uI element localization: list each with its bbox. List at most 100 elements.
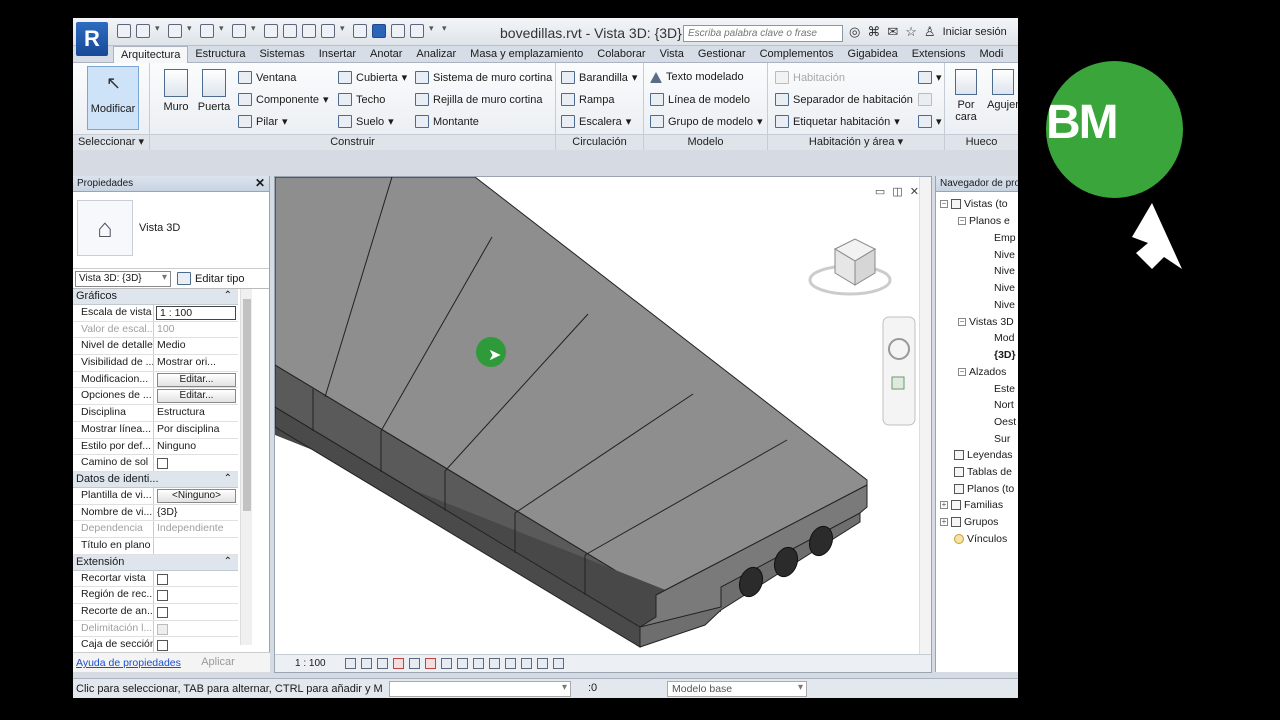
tab-gestionar[interactable]: Gestionar: [691, 46, 753, 62]
tab-sistemas[interactable]: Sistemas: [252, 46, 311, 62]
close-hidden-icon[interactable]: [391, 24, 405, 38]
tree-elevation-item[interactable]: Este: [994, 383, 1015, 395]
ceiling-button[interactable]: Techo: [338, 93, 385, 106]
customize-qat-icon[interactable]: [442, 23, 450, 38]
properties-help-link[interactable]: Ayuda de propiedades: [76, 657, 181, 669]
temp-hide-icon[interactable]: [473, 658, 484, 669]
door-button[interactable]: Puerta: [196, 69, 232, 113]
lock-view-icon[interactable]: [457, 658, 468, 669]
edit-overrides-button[interactable]: Editar...: [157, 372, 236, 387]
tree-3d-active[interactable]: {3D}: [994, 349, 1016, 361]
reveal-constraints-icon[interactable]: [553, 658, 564, 669]
render-icon[interactable]: [409, 658, 420, 669]
section-icon[interactable]: [353, 24, 367, 38]
column-button[interactable]: Pilar ▾: [238, 115, 288, 128]
tree-elevation-item[interactable]: Oest: [994, 416, 1016, 428]
select-group-label[interactable]: Seleccionar ▾: [73, 134, 149, 150]
hollow-core-slab-model[interactable]: [275, 177, 932, 657]
expand-icon[interactable]: +: [940, 501, 948, 509]
tree-plan-item[interactable]: Nive: [994, 265, 1015, 277]
edit-type-button[interactable]: Editar tipo: [177, 272, 245, 285]
visual-style-icon[interactable]: [361, 658, 372, 669]
modify-button[interactable]: ↖ Modificar: [87, 66, 139, 130]
tab-estructura[interactable]: Estructura: [188, 46, 252, 62]
chevron-down-icon[interactable]: [155, 23, 163, 38]
property-value[interactable]: Ninguno: [154, 439, 238, 455]
tree-groups[interactable]: + Grupos: [940, 516, 998, 528]
chevron-down-icon[interactable]: [340, 23, 348, 38]
analytical-model-icon[interactable]: [521, 658, 532, 669]
model-line-button[interactable]: Línea de modelo: [650, 93, 750, 106]
design-option-select[interactable]: Modelo base: [667, 681, 807, 697]
tag-area-button[interactable]: ▾: [918, 115, 942, 128]
tag-room-button[interactable]: Etiquetar habitación ▾: [775, 115, 900, 128]
tab-arquitectura[interactable]: Arquitectura: [113, 46, 189, 63]
crop-region-checkbox[interactable]: [157, 590, 168, 602]
tab-modify[interactable]: Modi: [973, 46, 1011, 62]
apply-button[interactable]: Aplicar: [188, 656, 248, 668]
chevron-down-icon[interactable]: [187, 23, 195, 38]
binoculars-icon[interactable]: ◎: [849, 24, 860, 40]
view-cube[interactable]: [808, 238, 892, 296]
area-boundary-button[interactable]: [918, 93, 932, 106]
property-value[interactable]: Medio: [154, 338, 238, 354]
collapse-icon[interactable]: −: [958, 217, 966, 225]
tree-floor-plans[interactable]: − Planos e: [958, 215, 1010, 227]
property-value[interactable]: Por disciplina: [154, 422, 238, 438]
sun-path-checkbox[interactable]: [157, 458, 168, 470]
tree-plan-item[interactable]: Emp: [994, 232, 1016, 244]
category-extents[interactable]: Extensión: [73, 554, 238, 571]
ramp-button[interactable]: Rampa: [561, 93, 614, 106]
user-icon[interactable]: ♙: [924, 24, 936, 40]
favorites-star-icon[interactable]: ☆: [905, 24, 917, 40]
category-graphics[interactable]: Gráficos: [73, 289, 238, 305]
tab-colaborar[interactable]: Colaborar: [590, 46, 652, 62]
chevron-down-icon[interactable]: [429, 23, 437, 38]
tab-complementos[interactable]: Complementos: [753, 46, 841, 62]
sign-in-link[interactable]: Iniciar sesión: [943, 26, 1007, 38]
annotation-crop-checkbox[interactable]: [157, 607, 168, 618]
tree-3d-item[interactable]: Mod: [994, 332, 1014, 344]
dimension-icon[interactable]: [283, 24, 297, 38]
crop-view-icon[interactable]: [425, 658, 436, 669]
show-crop-icon[interactable]: [441, 658, 452, 669]
property-value[interactable]: Mostrar ori...: [154, 355, 238, 371]
measure-icon[interactable]: [264, 24, 278, 38]
workset-select[interactable]: [389, 681, 571, 697]
view-template-button[interactable]: <Ninguno>: [157, 488, 236, 503]
tree-schedules[interactable]: Tablas de: [954, 466, 1012, 478]
tree-plan-item[interactable]: Nive: [994, 282, 1015, 294]
edit-options-button[interactable]: Editar...: [157, 389, 236, 404]
communication-icon[interactable]: ✉: [887, 24, 898, 40]
scroll-thumb[interactable]: [243, 299, 251, 511]
tree-plan-item[interactable]: Nive: [994, 249, 1015, 261]
stair-button[interactable]: Escalera ▾: [561, 115, 631, 128]
roof-button[interactable]: Cubierta ▾: [338, 71, 407, 84]
expand-icon[interactable]: +: [940, 518, 948, 526]
redo-icon[interactable]: [200, 24, 214, 38]
tree-families[interactable]: + Familias: [940, 499, 1003, 511]
3d-viewport[interactable]: ▭ ◫ ✕ ➤ 1 : 100: [274, 176, 932, 673]
curtain-system-button[interactable]: Sistema de muro cortina: [415, 71, 552, 84]
view-scale-input[interactable]: 1 : 100: [156, 306, 236, 320]
tab-vista[interactable]: Vista: [653, 46, 691, 62]
switch-windows-icon[interactable]: [410, 24, 424, 38]
navigation-bar[interactable]: [882, 316, 916, 426]
tree-elevation-item[interactable]: Sur: [994, 433, 1010, 445]
room-separator-button[interactable]: Separador de habitación: [775, 93, 913, 106]
tree-legends[interactable]: Leyendas: [954, 449, 1013, 461]
tree-elevations[interactable]: − Alzados: [958, 366, 1006, 378]
tab-extensions[interactable]: Extensions: [905, 46, 973, 62]
property-value[interactable]: Estructura: [154, 405, 238, 421]
sun-path-icon[interactable]: [377, 658, 388, 669]
section-box-checkbox[interactable]: [157, 640, 168, 652]
properties-scrollbar[interactable]: [240, 289, 252, 645]
tab-anotar[interactable]: Anotar: [363, 46, 409, 62]
crop-view-checkbox[interactable]: [157, 573, 168, 585]
print-icon[interactable]: [232, 24, 246, 38]
tree-links[interactable]: Vínculos: [954, 533, 1007, 545]
detail-level-icon[interactable]: [345, 658, 356, 669]
tab-insertar[interactable]: Insertar: [312, 46, 363, 62]
search-input[interactable]: [683, 25, 843, 42]
curtain-grid-button[interactable]: Rejilla de muro cortina: [415, 93, 542, 106]
